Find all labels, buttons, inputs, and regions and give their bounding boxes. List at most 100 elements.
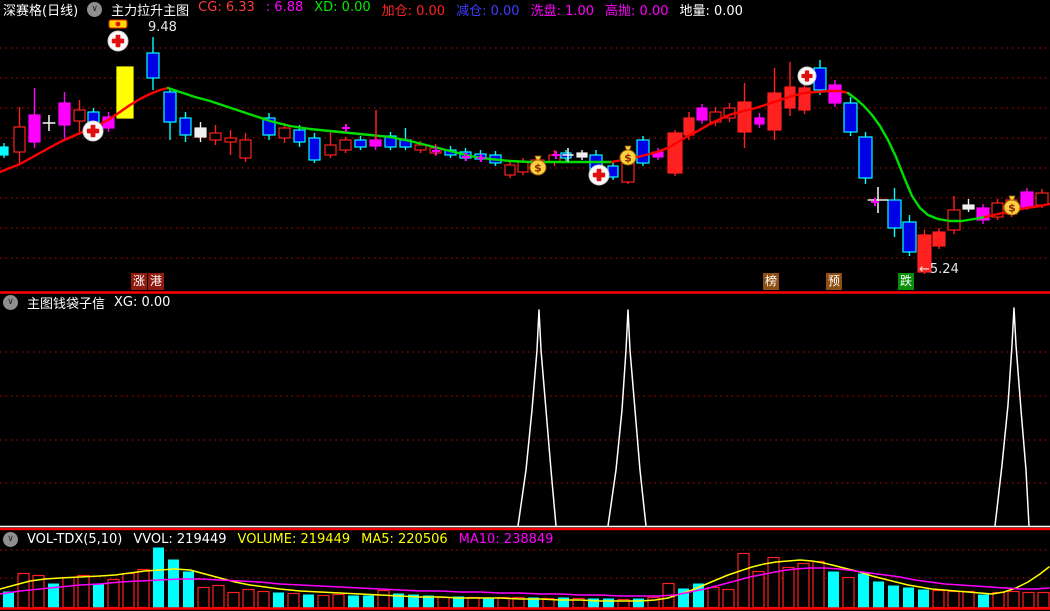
xg-indicator-title: 主图钱袋子信 — [27, 297, 106, 312]
indicator-field: VVOL: 219449 — [133, 532, 227, 547]
volume-bar — [62, 576, 75, 609]
volume-bar — [918, 589, 929, 608]
chevron-down-icon[interactable]: ∨ — [3, 532, 18, 547]
volume-bar — [77, 574, 90, 609]
candle — [339, 139, 352, 151]
candle — [767, 92, 782, 131]
xg-indicator-value: XG: 0.00 — [114, 295, 171, 310]
candle — [517, 161, 529, 173]
indicator-field: 减仓: 0.00 — [456, 4, 520, 19]
volume-bar — [1022, 591, 1035, 609]
event-badge: 榜 — [763, 273, 779, 290]
volume-bar — [767, 556, 780, 609]
volume-bar — [93, 583, 104, 608]
money-bag-icon: $ — [624, 152, 632, 165]
volume-bar — [978, 594, 989, 608]
volume-bar — [467, 596, 480, 609]
volume-bar — [122, 572, 135, 609]
volume-bar — [752, 570, 765, 609]
indicator-field: CG: 6.33 — [198, 0, 255, 15]
indicator-field: : 6.88 — [265, 0, 304, 15]
volume-bar — [332, 593, 345, 609]
candle — [607, 165, 619, 178]
volume-bar — [257, 590, 270, 609]
volume-bar — [1007, 590, 1020, 609]
indicator-field: 洗盘: 1.00 — [530, 4, 595, 19]
candle — [239, 139, 252, 159]
volume-bar — [888, 585, 899, 608]
xg-panel-header: ∨ 主图钱袋子信 XG: 0.00 — [3, 294, 171, 312]
vol-indicator-values: VOL-TDX(5,10) VVOL: 219449 VOLUME: 219449 M… — [27, 532, 553, 547]
volume-bar — [437, 596, 450, 609]
volume-bar — [633, 598, 644, 608]
volume-bar — [153, 547, 164, 608]
candle — [843, 102, 858, 133]
red-cross-circle-icon — [804, 70, 810, 82]
chevron-down-icon[interactable]: ∨ — [3, 295, 18, 310]
indicator-field: MA5: 220506 — [361, 532, 448, 547]
candle — [354, 139, 367, 148]
volume-bar — [858, 573, 869, 608]
candle — [324, 144, 337, 156]
candle — [621, 162, 635, 183]
candle — [754, 117, 765, 125]
volume-bar — [707, 586, 720, 609]
candle — [58, 102, 71, 126]
money-bag-icon — [1008, 195, 1016, 201]
candle — [737, 101, 752, 133]
red-cross-circle-icon — [596, 168, 602, 182]
main-indicator-values: CG: 6.33: 6.88 XD: 0.00 加仓: 0.00 减仓: 0.00 洗盘… — [198, 0, 743, 19]
candle — [308, 137, 321, 161]
candle — [962, 204, 975, 210]
event-badge: 港 — [148, 273, 164, 290]
volume-bar — [183, 571, 194, 608]
volume-bar — [197, 586, 210, 609]
ma-line — [166, 86, 614, 164]
flag-icon — [115, 21, 121, 27]
xg-spike — [517, 309, 557, 527]
chevron-down-icon[interactable]: ∨ — [87, 2, 103, 17]
candle — [636, 139, 650, 164]
candle — [0, 146, 9, 156]
candle — [858, 136, 873, 179]
candle — [1035, 192, 1049, 206]
candle — [179, 117, 192, 136]
volume-bar — [363, 595, 374, 608]
volume-bar — [947, 590, 960, 609]
indicator-field: 加仓: 0.00 — [381, 4, 446, 19]
candle — [828, 84, 842, 104]
volume-bar — [603, 598, 614, 608]
candle — [369, 139, 382, 147]
volume-bar — [842, 576, 855, 609]
volume-bar — [348, 595, 359, 608]
volume-bar — [903, 587, 914, 608]
high-price-label: 9.48 — [148, 20, 177, 35]
volume-bar — [797, 562, 810, 609]
volume-bar — [1037, 591, 1050, 609]
xg-spike — [607, 309, 647, 527]
vol-panel-header: ∨ VOL-TDX(5,10) VVOL: 219449 VOLUME: 21944… — [3, 531, 553, 548]
tdx-chart-window: $ $ $ 深赛格(日线) ∨ 主力拉升主图 CG: 6.33: 6.88 XD: 0… — [0, 0, 1050, 611]
candle — [146, 52, 160, 79]
candle — [116, 66, 134, 119]
volume-bar — [242, 588, 255, 609]
volume-bar — [168, 559, 179, 608]
candle — [278, 127, 291, 139]
candle — [13, 126, 26, 153]
event-badge: 预 — [826, 273, 842, 290]
candle — [932, 231, 946, 247]
red-cross-circle-icon — [115, 34, 121, 48]
indicator-field: MA10: 238849 — [458, 532, 554, 547]
candle — [224, 137, 237, 143]
candle — [1020, 191, 1034, 208]
indicator-field: 地量: 0.00 — [679, 4, 743, 19]
money-bag-icon: $ — [534, 162, 542, 175]
red-cross-circle-icon — [90, 124, 96, 138]
money-bag-icon — [534, 155, 542, 161]
candle — [504, 164, 516, 176]
money-bag-icon: $ — [1008, 202, 1016, 215]
volume-bar — [558, 597, 569, 608]
volume-bar — [227, 591, 240, 609]
candle — [887, 199, 902, 229]
indicator-title: 主力拉升主图 — [111, 4, 190, 19]
